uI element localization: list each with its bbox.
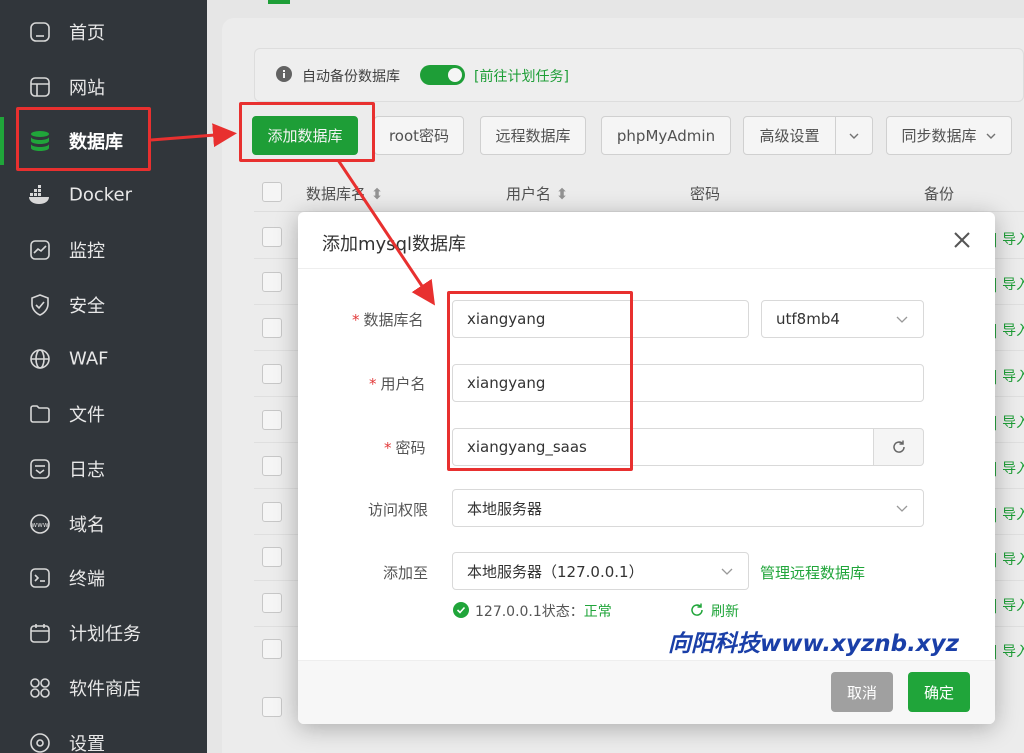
password-label: * 密码 [384, 439, 426, 457]
sidebar-item-domains[interactable]: www 域名 [0, 500, 207, 548]
sidebar-item-website[interactable]: 网站 [0, 63, 207, 111]
sidebar-item-monitor[interactable]: 监控 [0, 226, 207, 274]
sidebar-item-label: 首页 [69, 23, 105, 44]
cancel-button[interactable]: 取消 [831, 672, 893, 712]
sidebar-item-label: 计划任务 [69, 624, 141, 645]
shield-icon [28, 293, 52, 317]
dialog-title: 添加mysql数据库 [322, 234, 466, 255]
monitor-icon [28, 238, 52, 262]
sidebar-item-security[interactable]: 安全 [0, 281, 207, 329]
sidebar-item-files[interactable]: 文件 [0, 390, 207, 438]
access-value: 本地服务器 [467, 499, 543, 518]
highlight-add-button [239, 102, 375, 162]
globe-icon [28, 347, 52, 371]
apps-icon [28, 676, 52, 700]
calendar-icon [28, 621, 52, 645]
docker-icon [28, 183, 52, 207]
svg-text:www: www [31, 521, 48, 529]
close-icon[interactable] [950, 228, 974, 252]
terminal-icon [28, 566, 52, 590]
server-value: 本地服务器（127.0.0.1） [467, 562, 644, 581]
charset-select[interactable]: utf8mb4 [761, 300, 924, 338]
log-icon [28, 457, 52, 481]
dialog-divider [298, 268, 995, 269]
watermark: 向阳科技www.xyznb.xyz [668, 631, 960, 657]
sidebar-item-label: 网站 [69, 78, 105, 99]
add-to-label: 添加至 [383, 564, 429, 582]
server-select[interactable]: 本地服务器（127.0.0.1） [452, 552, 749, 590]
refresh-icon[interactable] [689, 602, 705, 618]
highlight-sidebar-database [16, 107, 151, 171]
server-status: 127.0.0.1状态：正常 [475, 604, 612, 620]
www-icon: www [28, 512, 52, 536]
sidebar-item-waf[interactable]: WAF [0, 335, 207, 383]
highlight-form-fields [447, 291, 633, 471]
refresh-link[interactable]: 刷新 [711, 601, 739, 621]
sidebar-item-label: Docker [69, 184, 133, 206]
sidebar-item-cron[interactable]: 计划任务 [0, 609, 207, 657]
db-name-label: * 数据库名 [352, 311, 424, 329]
sidebar-item-label: 终端 [69, 569, 105, 590]
sidebar-item-label: 安全 [69, 296, 105, 317]
sidebar-item-logs[interactable]: 日志 [0, 445, 207, 493]
sidebar-item-terminal[interactable]: 终端 [0, 554, 207, 602]
manage-remote-db-link[interactable]: 管理远程数据库 [760, 562, 865, 583]
sidebar-item-label: WAF [69, 348, 109, 370]
sidebar-item-home[interactable]: 首页 [0, 8, 207, 56]
username-label: * 用户名 [369, 375, 426, 393]
sidebar-item-label: 监控 [69, 241, 105, 262]
sidebar-item-label: 软件商店 [69, 679, 141, 700]
home-icon [28, 20, 52, 44]
generate-password-button[interactable] [873, 428, 924, 466]
access-label: 访问权限 [368, 501, 429, 519]
access-select[interactable]: 本地服务器 [452, 489, 924, 527]
charset-value: utf8mb4 [776, 310, 840, 328]
check-circle-icon [453, 602, 469, 618]
refresh-icon [892, 440, 905, 453]
sidebar-item-appstore[interactable]: 软件商店 [0, 664, 207, 712]
sidebar-item-label: 域名 [69, 515, 105, 536]
chevron-down-icon [896, 505, 908, 512]
sidebar-item-settings[interactable]: 设置 [0, 719, 207, 753]
sidebar-item-label: 设置 [69, 734, 105, 753]
folder-icon [28, 402, 52, 426]
website-icon [28, 75, 52, 99]
confirm-button[interactable]: 确定 [908, 672, 970, 712]
sidebar-item-label: 文件 [69, 405, 105, 426]
chevron-down-icon [896, 316, 908, 323]
gear-icon [28, 731, 52, 753]
sidebar-item-label: 日志 [69, 460, 105, 481]
chevron-down-icon [721, 568, 733, 575]
sidebar-item-docker[interactable]: Docker [0, 171, 207, 219]
